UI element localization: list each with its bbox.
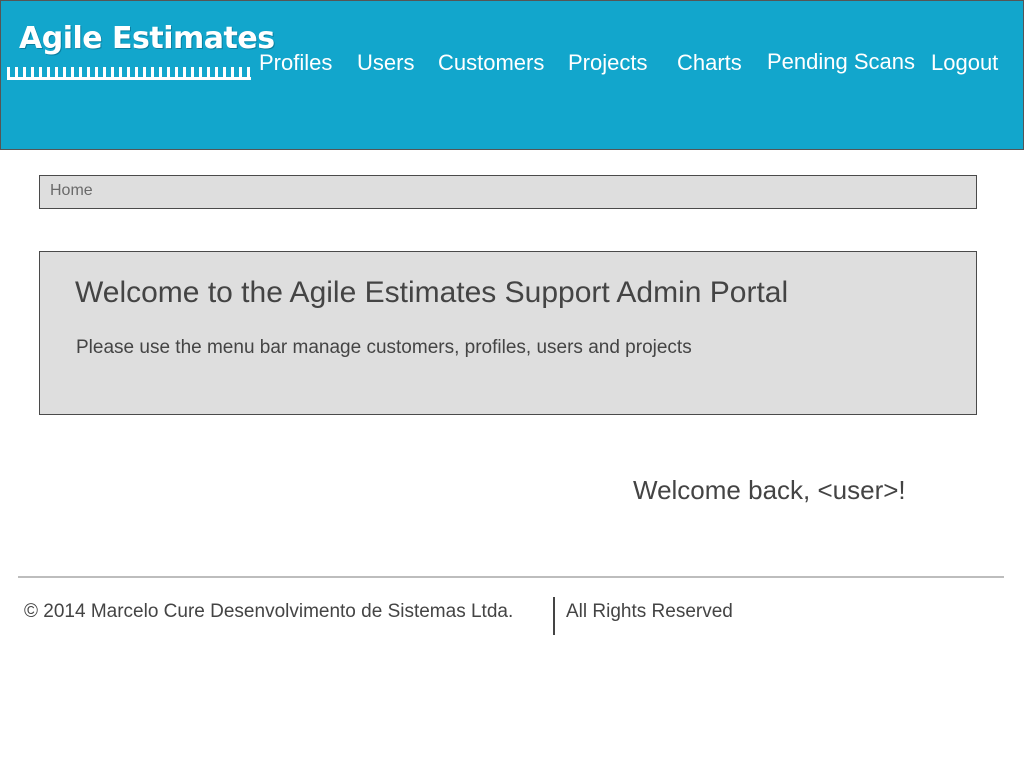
logo-text: Agile Estimates xyxy=(19,21,275,56)
nav-profiles[interactable]: Profiles xyxy=(259,50,332,76)
nav-pending-scans[interactable]: Pending Scans xyxy=(767,49,915,75)
user-greeting: Welcome back, <user>! xyxy=(633,475,906,505)
ruler-icon xyxy=(7,61,251,80)
footer-copyright: © 2014 Marcelo Cure Desenvolvimento de S… xyxy=(24,601,514,622)
breadcrumb-home-link[interactable]: Home xyxy=(50,182,93,200)
welcome-panel: Welcome to the Agile Estimates Support A… xyxy=(39,251,977,415)
agile-estimates-logo[interactable]: Agile Estimates xyxy=(7,21,275,80)
welcome-instructions: Please use the menu bar manage customers… xyxy=(76,337,692,358)
footer-rights: All Rights Reserved xyxy=(566,601,733,622)
top-header: Agile Estimates Profiles Users Customers… xyxy=(0,0,1024,150)
nav-charts[interactable]: Charts xyxy=(677,50,742,76)
footer-separator xyxy=(553,597,555,635)
welcome-title: Welcome to the Agile Estimates Support A… xyxy=(75,276,789,309)
breadcrumb: Home xyxy=(39,175,977,209)
nav-projects[interactable]: Projects xyxy=(568,50,647,76)
footer-divider xyxy=(18,576,1004,578)
nav-users[interactable]: Users xyxy=(357,50,414,76)
nav-logout[interactable]: Logout xyxy=(931,50,998,76)
nav-customers[interactable]: Customers xyxy=(438,50,544,76)
